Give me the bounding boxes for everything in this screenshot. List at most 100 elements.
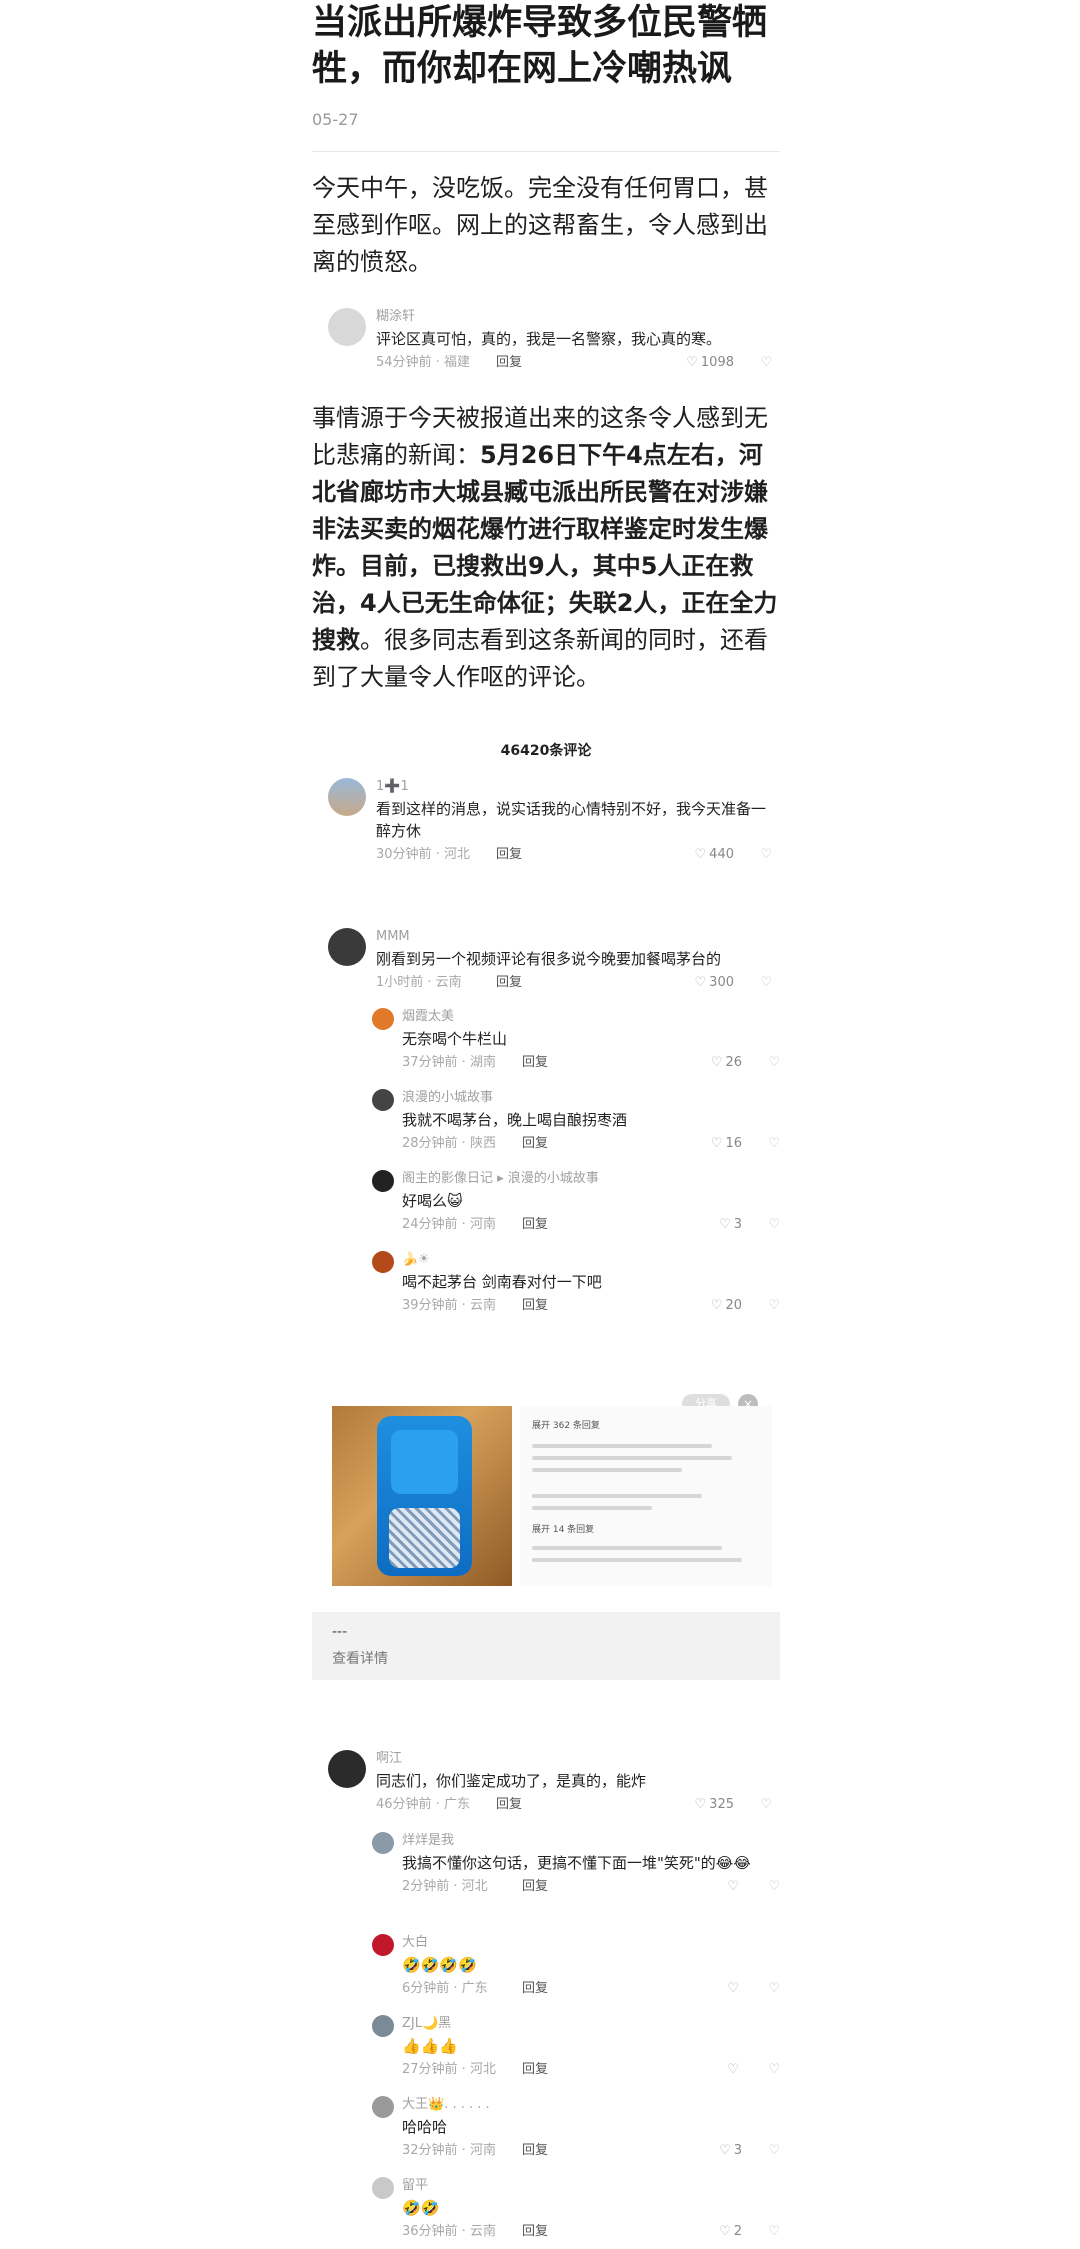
reply-comment: 🍌☀ 喝不起茅台 剑南春对付一下吧 39分钟前 · 云南 回复 ♡ 20 ♡ xyxy=(372,1251,780,1313)
like-button[interactable]: ♡ 2 xyxy=(719,2223,742,2241)
avatar[interactable] xyxy=(328,928,366,966)
avatar[interactable] xyxy=(372,1089,394,1111)
avatar[interactable] xyxy=(372,1251,394,1273)
comment-time: 46分钟前 · 广东 xyxy=(376,1797,470,1812)
dislike-icon[interactable]: ♡ xyxy=(760,974,772,992)
dislike-icon[interactable]: ♡ xyxy=(768,1297,780,1315)
heart-outline-icon: ♡ xyxy=(710,1055,723,1070)
comment: MMM 刚看到另一个视频评论有很多说今晚要加餐喝茅台的 1小时前 · 云南 回复… xyxy=(328,928,772,990)
avatar[interactable] xyxy=(372,1934,394,1956)
reply-comment: 留平 🤣🤣 36分钟前 · 云南 回复 ♡ 2 ♡ xyxy=(372,2177,780,2239)
avatar[interactable] xyxy=(372,1008,394,1030)
reply-button[interactable]: 回复 xyxy=(522,1878,548,1896)
commenter-name[interactable]: 烟霞太美 xyxy=(402,1008,780,1026)
reply-button[interactable]: 回复 xyxy=(522,2061,548,2079)
like-button[interactable]: ♡ 20 xyxy=(711,1297,742,1315)
reply-button[interactable]: 回复 xyxy=(522,2223,548,2241)
like-button[interactable]: ♡ 440 xyxy=(695,846,734,864)
reply-button[interactable]: 回复 xyxy=(522,1216,548,1234)
like-button[interactable]: ♡ xyxy=(727,1878,742,1896)
comment: 1➕1 看到这样的消息，说实话我的心情特别不好，我今天准备一醉方休 30分钟前 … xyxy=(328,778,772,862)
avatar[interactable] xyxy=(372,2177,394,2199)
avatar[interactable] xyxy=(372,1170,394,1192)
body-paragraph-wrap: 事情源于今天被报道出来的这条令人感到无比悲痛的新闻：5月26日下午4点左右，河北… xyxy=(312,400,780,696)
commenter-name[interactable]: 留平 xyxy=(402,2177,780,2195)
dislike-icon[interactable]: ♡ xyxy=(768,1980,780,1998)
like-button[interactable]: ♡ 16 xyxy=(711,1135,742,1153)
comment-text: 👍👍👍 xyxy=(402,2037,459,2055)
commenter-name[interactable]: 浪漫的小城故事 xyxy=(402,1089,780,1107)
like-button[interactable]: ♡ 300 xyxy=(695,974,734,992)
commenter-name[interactable]: 大白 xyxy=(402,1934,780,1952)
comment-time: 6分钟前 · 广东 xyxy=(402,1981,488,1996)
article-title: 当派出所爆炸导致多位民警牺牲，而你却在网上冷嘲热讽 xyxy=(312,3,768,89)
reply-comment: 烊烊是我 我搞不懂你这句话，更搞不懂下面一堆"笑死"的😂😂 2分钟前 · 河北 回… xyxy=(372,1832,780,1908)
body-paragraph: 事情源于今天被报道出来的这条令人感到无比悲痛的新闻：5月26日下午4点左右，河北… xyxy=(312,400,780,696)
reply-button[interactable]: 回复 xyxy=(522,2142,548,2160)
comment-time: 30分钟前 · 河北 xyxy=(376,847,470,862)
commenter-name[interactable]: 啊江 xyxy=(376,1750,772,1768)
reply-button[interactable]: 回复 xyxy=(496,974,522,992)
view-detail-link[interactable]: 查看详情 xyxy=(332,1648,388,1668)
like-count: 20 xyxy=(725,1298,742,1313)
reply-button[interactable]: 回复 xyxy=(496,354,522,372)
article-date: 05-27 xyxy=(312,110,359,129)
heart-outline-icon: ♡ xyxy=(727,1879,739,1894)
commenter-name[interactable]: 糊涂轩 xyxy=(376,308,772,326)
avatar[interactable] xyxy=(372,1832,394,1854)
reply-button[interactable]: 回复 xyxy=(496,846,522,864)
heart-outline-icon: ♡ xyxy=(727,1981,739,1996)
like-button[interactable]: ♡ 1098 xyxy=(686,354,734,372)
heart-outline-icon: ♡ xyxy=(719,1217,731,1232)
dislike-icon[interactable]: ♡ xyxy=(760,846,772,864)
reply-button[interactable]: 回复 xyxy=(522,1980,548,1998)
dislike-icon[interactable]: ♡ xyxy=(768,2223,780,2241)
commenter-name[interactable]: 🍌☀ xyxy=(402,1251,780,1269)
comment-time: 2分钟前 · 河北 xyxy=(402,1879,488,1894)
dislike-icon[interactable]: ♡ xyxy=(768,1054,780,1072)
like-button[interactable]: ♡ 26 xyxy=(711,1054,742,1072)
embedded-image[interactable]: 分享 × 展开 362 条回复 展开 14 条回复 xyxy=(332,1394,772,1586)
dislike-icon[interactable]: ♡ xyxy=(768,1216,780,1234)
reply-button[interactable]: 回复 xyxy=(522,1054,548,1072)
like-count: 16 xyxy=(725,1136,742,1151)
heart-outline-icon: ♡ xyxy=(727,2062,739,2077)
dislike-icon[interactable]: ♡ xyxy=(768,1135,780,1153)
body-bold-text: 5月26日下午4点左右，河北省廊坊市大城县臧屯派出所民警在对涉嫌非法买卖的烟花爆… xyxy=(312,441,778,654)
dislike-icon[interactable]: ♡ xyxy=(760,354,772,372)
commenter-name[interactable]: MMM xyxy=(376,928,772,946)
heart-outline-icon: ♡ xyxy=(719,2143,731,2158)
view-detail-panel[interactable]: --- 查看详情 xyxy=(312,1612,780,1680)
dislike-icon[interactable]: ♡ xyxy=(768,2142,780,2160)
comment-count: 46420条评论 xyxy=(500,743,592,759)
reply-button[interactable]: 回复 xyxy=(496,1796,522,1814)
like-count: 1098 xyxy=(700,355,734,370)
comment-text: 评论区真可怕，真的，我是一名警察，我心真的寒。 xyxy=(376,330,722,348)
like-button[interactable]: ♡ xyxy=(727,2061,742,2079)
reply-comment: 大白 🤣🤣🤣🤣 6分钟前 · 广东 回复 ♡ ♡ xyxy=(372,1934,780,1996)
avatar[interactable] xyxy=(328,308,366,346)
reply-comment: 阁主的影像日记 ▸ 浪漫的小城故事 好喝么😺 24分钟前 · 河南 回复 ♡ 3 ♡ xyxy=(372,1170,780,1232)
avatar[interactable] xyxy=(372,2096,394,2118)
like-button[interactable]: ♡ xyxy=(727,1980,742,1998)
avatar[interactable] xyxy=(372,2015,394,2037)
avatar[interactable] xyxy=(328,778,366,816)
dislike-icon[interactable]: ♡ xyxy=(768,1878,780,1896)
commenter-name[interactable]: 大王👑. . . . . . xyxy=(402,2096,780,2114)
commenter-name[interactable]: 烊烊是我 xyxy=(402,1832,780,1850)
commenter-name[interactable]: 1➕1 xyxy=(376,778,772,796)
commenter-name[interactable]: ZJL🌙黑 xyxy=(402,2015,780,2033)
dislike-icon[interactable]: ♡ xyxy=(760,1796,772,1814)
reply-button[interactable]: 回复 xyxy=(522,1135,548,1153)
commenter-name[interactable]: 阁主的影像日记 ▸ 浪漫的小城故事 xyxy=(402,1170,780,1188)
comment-text: 无奈喝个牛栏山 xyxy=(402,1030,508,1048)
like-button[interactable]: ♡ 3 xyxy=(719,1216,742,1234)
body-text-end: 。很多同志看到这条新闻的同时，还看到了大量令人作呕的评论。 xyxy=(312,626,768,691)
avatar[interactable] xyxy=(328,1750,366,1788)
like-button[interactable]: ♡ 325 xyxy=(695,1796,734,1814)
dislike-icon[interactable]: ♡ xyxy=(768,2061,780,2079)
heart-outline-icon: ♡ xyxy=(710,1136,723,1151)
reply-comment: 浪漫的小城故事 我就不喝茅台，晚上喝自酿拐枣酒 28分钟前 · 陕西 回复 ♡ 16 ♡ xyxy=(372,1089,780,1151)
like-button[interactable]: ♡ 3 xyxy=(719,2142,742,2160)
reply-button[interactable]: 回复 xyxy=(522,1297,548,1315)
